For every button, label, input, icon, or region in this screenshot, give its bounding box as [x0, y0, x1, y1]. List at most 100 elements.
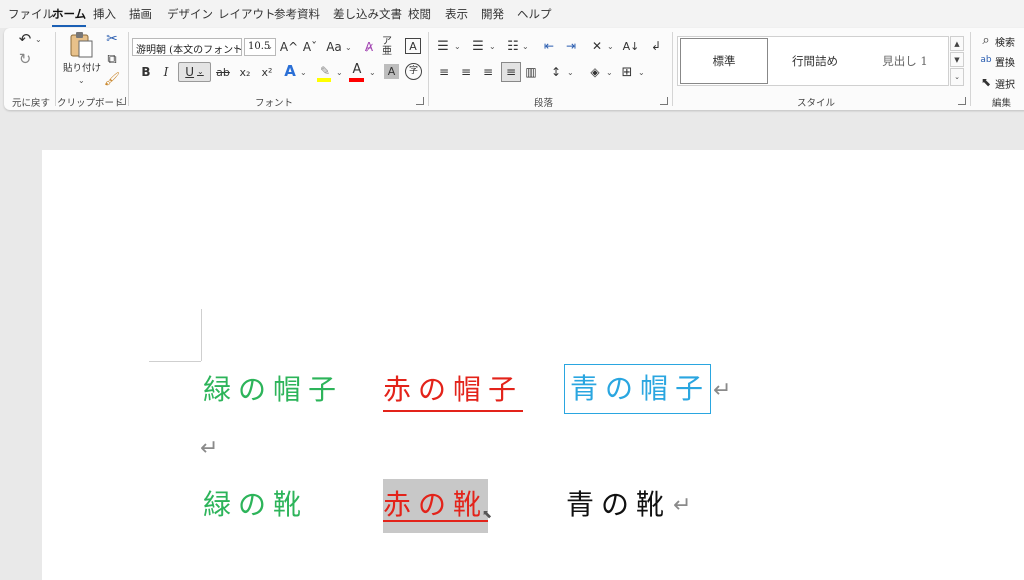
multilevel-chevron-icon[interactable]: ⌄	[522, 42, 529, 51]
find-label[interactable]: 検索	[995, 34, 1015, 49]
justify-icon[interactable]: ≡	[501, 62, 521, 82]
line-spacing-chevron-icon[interactable]: ⌄	[567, 68, 574, 77]
phonetic-guide-icon[interactable]: ア亜	[382, 37, 400, 57]
tab-mailings[interactable]: 差し込み文書	[333, 6, 402, 22]
asian-layout-chevron-icon[interactable]: ⌄	[607, 42, 614, 51]
borders-chevron-icon[interactable]: ⌄	[638, 68, 645, 77]
superscript-button[interactable]: x²	[258, 64, 276, 80]
font-name-combo[interactable]: 游明朝 (本文のフォント ⌄	[132, 38, 242, 56]
gallery-up-icon[interactable]: ▲	[950, 36, 964, 51]
replace-label[interactable]: 置換	[995, 54, 1015, 69]
text-red-shoes-selected[interactable]: 赤の靴	[383, 479, 489, 533]
text-green-shoes[interactable]: 緑の靴	[203, 491, 308, 519]
margin-corner-mark	[149, 361, 201, 362]
font-color-icon[interactable]: A	[349, 61, 365, 77]
paintbrush-icon[interactable]: 🖌	[103, 70, 121, 88]
text-blue-hat-boxed[interactable]: 青の帽子	[564, 364, 712, 414]
numbering-chevron-icon[interactable]: ⌄	[489, 42, 496, 51]
tab-file[interactable]: ファイル	[8, 6, 54, 22]
change-case-chevron-icon[interactable]: ⌄	[345, 43, 352, 52]
grow-font-button[interactable]: A^	[280, 38, 298, 56]
decrease-indent-icon[interactable]: ⇤	[540, 37, 558, 55]
select-label[interactable]: 選択	[995, 76, 1015, 91]
tab-review[interactable]: 校閲	[408, 6, 431, 22]
tab-design[interactable]: デザイン	[167, 6, 213, 22]
replace-icon[interactable]: ab	[978, 52, 994, 68]
subscript-button[interactable]: x₂	[236, 64, 254, 80]
style-no-spacing[interactable]: 行間詰め	[770, 37, 860, 85]
character-shading-icon[interactable]: A	[384, 64, 399, 79]
paste-dropdown-chevron-icon[interactable]: ⌄	[78, 76, 85, 85]
bullets-icon[interactable]: ☰	[434, 37, 452, 55]
group-divider	[428, 32, 429, 106]
tab-home[interactable]: ホーム	[52, 6, 87, 27]
align-left-icon[interactable]: ≡	[436, 64, 452, 80]
borders-icon[interactable]: ⊞	[619, 64, 635, 80]
style-normal[interactable]: 標準	[680, 38, 768, 84]
tab-references[interactable]: 参考資料	[274, 6, 320, 22]
font-size-combo[interactable]: 10.5 ⌄	[244, 38, 276, 56]
shading-bucket-icon[interactable]: ◈	[587, 64, 603, 80]
mouse-cursor-icon: ⬉	[482, 507, 493, 521]
text-black-shoes[interactable]: 青の靴	[566, 491, 671, 519]
group-divider	[672, 32, 673, 106]
distributed-icon[interactable]: ▥	[523, 64, 539, 80]
change-case-button[interactable]: Aa	[324, 38, 344, 56]
strikethrough-button[interactable]: ab	[214, 64, 232, 80]
italic-button[interactable]: I	[158, 64, 174, 80]
bullets-chevron-icon[interactable]: ⌄	[454, 42, 461, 51]
sort-icon[interactable]: A↓	[622, 37, 640, 55]
show-marks-icon[interactable]: ↲	[647, 37, 665, 55]
paste-label[interactable]: 貼り付け	[60, 62, 104, 76]
styles-launcher-icon[interactable]	[958, 97, 966, 105]
text-green-hat[interactable]: 緑の帽子	[203, 376, 343, 404]
multilevel-list-icon[interactable]: ☷	[504, 37, 522, 55]
highlight-color-swatch	[317, 78, 331, 82]
enclose-characters-icon[interactable]: 字	[405, 63, 422, 80]
character-border-icon[interactable]: A	[405, 38, 421, 54]
tab-insert[interactable]: 挿入	[93, 6, 116, 22]
undo-dropdown-chevron-icon[interactable]: ⌄	[35, 35, 42, 44]
text-effects-chevron-icon[interactable]: ⌄	[300, 68, 307, 77]
tab-view[interactable]: 表示	[445, 6, 468, 22]
tab-draw[interactable]: 描画	[129, 6, 152, 22]
chevron-down-icon: ⌄	[197, 67, 204, 76]
line-spacing-icon[interactable]: ↕	[548, 64, 564, 80]
copy-icon[interactable]: ⧉	[103, 50, 121, 68]
chevron-down-icon: ⌄	[266, 42, 273, 51]
clear-formatting-icon[interactable]: A̷	[360, 38, 378, 56]
highlight-chevron-icon[interactable]: ⌄	[336, 68, 343, 77]
font-color-chevron-icon[interactable]: ⌄	[369, 68, 376, 77]
styles-group-label: スタイル	[797, 98, 836, 109]
document-page[interactable]: 緑の帽子 赤の帽子 青の帽子 ↵ ↵ 緑の靴 赤の靴 青の靴 ↵ ⬉	[42, 150, 1024, 580]
align-right-icon[interactable]: ≡	[480, 64, 496, 80]
paste-button[interactable]	[64, 30, 98, 60]
style-heading-1[interactable]: 見出し 1	[860, 37, 950, 85]
gallery-more-icon[interactable]: ⌄	[950, 68, 964, 86]
search-icon[interactable]: ⌕	[978, 32, 994, 48]
gallery-down-icon[interactable]: ▼	[950, 52, 964, 67]
group-divider	[55, 32, 56, 106]
tab-layout[interactable]: レイアウト	[218, 6, 276, 22]
cursor-arrow-icon[interactable]: ⬉	[978, 74, 994, 90]
undo-icon[interactable]: ↶	[14, 30, 36, 48]
redo-icon[interactable]: ↻	[14, 50, 36, 68]
numbering-icon[interactable]: ☰	[469, 37, 487, 55]
align-center-icon[interactable]: ≡	[458, 64, 474, 80]
scissors-icon[interactable]: ✂	[103, 30, 121, 48]
bold-button[interactable]: B	[138, 64, 154, 80]
clipboard-launcher-icon[interactable]	[118, 97, 126, 105]
underline-button[interactable]: U ⌄	[178, 62, 211, 82]
shrink-font-button[interactable]: Aˇ	[301, 38, 319, 56]
paragraph-mark-icon: ↵	[713, 378, 732, 403]
asian-layout-icon[interactable]: ✕	[588, 37, 606, 55]
increase-indent-icon[interactable]: ⇥	[562, 37, 580, 55]
font-launcher-icon[interactable]	[416, 97, 424, 105]
text-effects-icon[interactable]: A	[281, 62, 299, 80]
shading-chevron-icon[interactable]: ⌄	[606, 68, 613, 77]
tab-developer[interactable]: 開発	[481, 6, 504, 22]
paragraph-launcher-icon[interactable]	[660, 97, 668, 105]
tab-help[interactable]: ヘルプ	[517, 6, 552, 22]
text-red-hat[interactable]: 赤の帽子	[383, 376, 524, 412]
underline-label: U	[185, 65, 195, 79]
